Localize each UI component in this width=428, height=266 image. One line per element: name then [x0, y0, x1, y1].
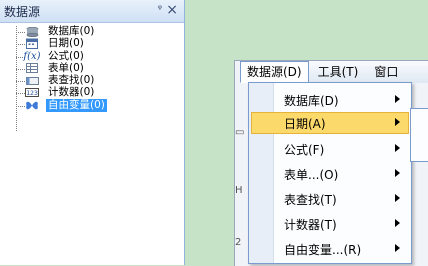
menu-item-counter[interactable]: 计数器(T) [251, 213, 409, 235]
submenu-arrow-icon [395, 144, 400, 152]
menu-item-table-lookup[interactable]: 表查找(T) [251, 188, 409, 210]
data-source-tree: 数据库(0) 日期(0) f(x) 公式(0) 表单(0) 表查找(0) 123… [0, 25, 184, 131]
table-lookup-icon [25, 75, 39, 86]
menu-item-label: 表查找(T) [284, 192, 337, 207]
submenu-arrow-icon [395, 118, 400, 126]
menu-item-database[interactable]: 数据库(D) [251, 89, 409, 111]
data-source-dropdown-menu: 数据库(D) 日期(A) 公式(F) 表单...(O) 表查找(T) 计数器(T… [248, 82, 412, 264]
menu-item-formula[interactable]: 公式(F) [251, 138, 409, 160]
tree-item-database[interactable]: 数据库(0) [0, 25, 184, 38]
tree-item-label: 公式(0) [48, 49, 84, 62]
menu-item-label: 计数器(T) [284, 217, 337, 232]
menu-item-label: 表单...(O) [284, 167, 339, 182]
tree-item-free-variable[interactable]: 自由变量(0) [0, 98, 184, 112]
menu-item-date[interactable]: 日期(A) [251, 112, 409, 134]
background-ruler-edge: 2 [235, 237, 242, 248]
variable-icon [25, 100, 39, 111]
tree-item-label: 数据库(0) [48, 25, 95, 37]
panel-header: 数据源 ᵠ × [0, 0, 184, 23]
tree-item-label: 日期(0) [48, 37, 84, 50]
background-toolbar-edge: ▭ [235, 127, 245, 138]
tree-item-label: 表单(0) [48, 61, 84, 74]
tree-item-date[interactable]: 日期(0) [0, 37, 184, 50]
submenu-arrow-icon [395, 219, 400, 227]
menu-item-form[interactable]: 表单...(O) [251, 163, 409, 185]
menu-item-label: 数据库(D) [284, 93, 339, 108]
date-submenu[interactable] [410, 108, 428, 162]
menu-tools[interactable]: 工具(T) [311, 61, 366, 83]
menu-item-label: 日期(A) [284, 116, 326, 131]
submenu-arrow-icon [395, 169, 400, 177]
menu-item-label: 公式(F) [284, 142, 325, 157]
table-icon [25, 63, 39, 74]
menu-window[interactable]: 窗口 [367, 61, 405, 83]
calendar-icon [25, 38, 39, 50]
background-toolbar-edge: H [235, 185, 243, 196]
submenu-arrow-icon [395, 244, 400, 252]
panel-title: 数据源 [4, 5, 41, 19]
menu-item-free-variable[interactable]: 自由变量...(R) [251, 238, 409, 260]
database-icon [25, 26, 39, 37]
pin-icon[interactable]: ᵠ [158, 4, 162, 16]
menu-data-source[interactable]: 数据源(D) [240, 61, 309, 83]
submenu-arrow-icon [395, 95, 400, 103]
tree-item-label: 计数器(0) [48, 86, 95, 99]
submenu-arrow-icon [395, 194, 400, 202]
tree-item-label: 自由变量(0) [46, 98, 107, 112]
tree-item-formula[interactable]: f(x) 公式(0) [0, 49, 184, 63]
data-source-panel: 数据源 ᵠ × 数据库(0) 日期(0) f(x) 公式(0) 表单(0) 表查… [0, 0, 185, 265]
svg-text:123: 123 [26, 89, 38, 97]
menu-bar: 数据源(D) 工具(T) 窗口 [240, 61, 428, 83]
counter-icon: 123 [25, 87, 39, 98]
formula-icon: f(x) [23, 50, 41, 62]
close-icon[interactable]: × [166, 2, 178, 18]
menu-item-label: 自由变量...(R) [284, 242, 362, 257]
